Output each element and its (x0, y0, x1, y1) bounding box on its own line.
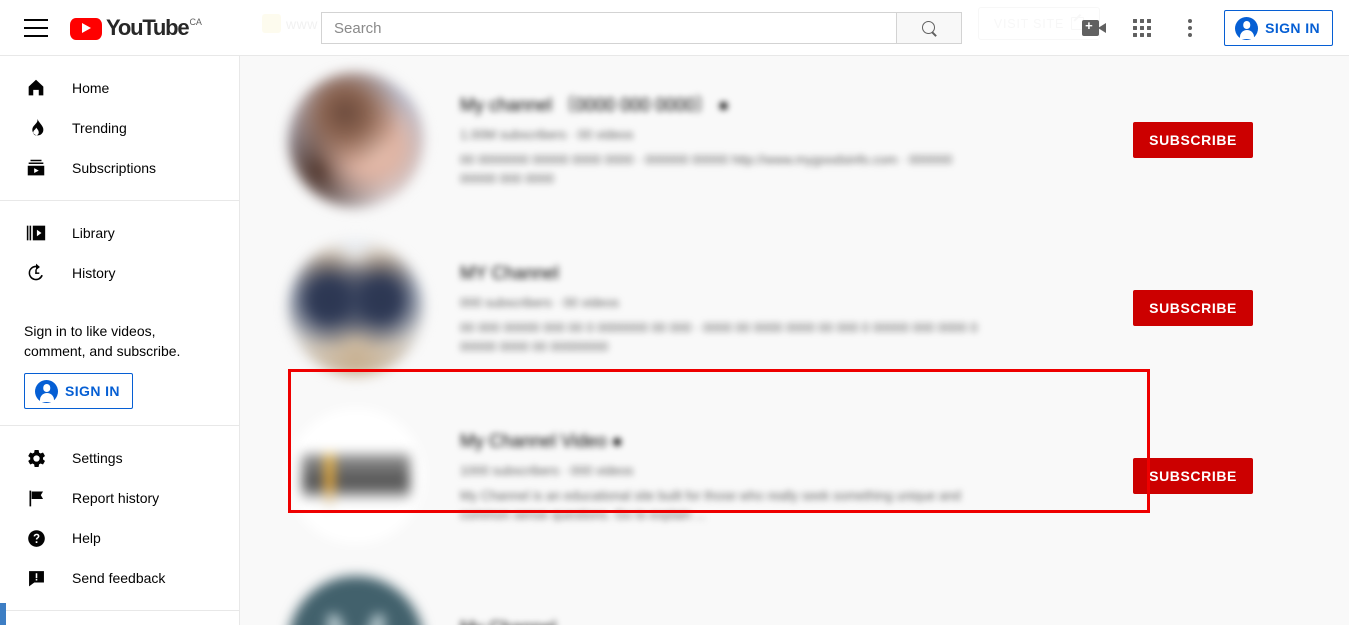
youtube-country-code: CA (189, 16, 202, 27)
left-sidebar: Home Trending Subscriptions Library Hist… (0, 56, 240, 625)
channel-result-row[interactable]: MY Channel 000 subscribers · 00 videos 0… (240, 224, 1349, 392)
channel-info: My channel 〔0000 000 0000〕 ● 1.00M subsc… (460, 92, 980, 188)
youtube-play-icon (70, 17, 102, 40)
channel-avatar-image (288, 408, 424, 544)
flag-icon (24, 486, 48, 510)
sidebar-item-home-label: Home (72, 80, 110, 96)
subscribe-button[interactable]: SUBSCRIBE (1133, 290, 1253, 326)
sidebar-item-subscriptions-label: Subscriptions (72, 160, 157, 176)
library-icon (24, 221, 48, 245)
sidebar-settings-group: Settings Report history Help Send feedba… (0, 425, 239, 610)
apps-button[interactable] (1122, 8, 1162, 48)
channel-info: MY Channel 000 subscribers · 00 videos 0… (460, 260, 980, 356)
sidebar-item-history-label: History (72, 265, 116, 281)
sidebar-item-trending[interactable]: Trending (0, 108, 239, 148)
sidebar-item-report-history[interactable]: Report history (0, 478, 239, 518)
help-icon (24, 526, 48, 550)
subscribe-button[interactable]: SUBSCRIBE (1133, 122, 1253, 158)
account-avatar-icon (1235, 16, 1259, 40)
sidebar-item-send-feedback-label: Send feedback (72, 570, 166, 586)
hamburger-bar (24, 34, 48, 37)
hamburger-menu-icon[interactable] (24, 18, 48, 37)
sidebar-promo-wrap: Sign in to like videos, comment, and sub… (0, 305, 239, 409)
visit-site-label: VISIT SITE (993, 16, 1065, 31)
apps-grid-icon (1133, 19, 1152, 37)
sidebar-promo-text: Sign in to like videos, comment, and sub… (24, 323, 181, 359)
youtube-logo[interactable]: YouTube CA (70, 14, 202, 40)
sidebar-item-history[interactable]: History (0, 253, 239, 293)
sidebar-item-trending-label: Trending (72, 120, 127, 136)
sidebar-item-home[interactable]: Home (0, 68, 239, 108)
sidebar-item-subscriptions[interactable]: Subscriptions (0, 148, 239, 188)
channel-description: 00 000 00000 000 00 0 0000000 00 000 · 0… (460, 320, 978, 354)
sidebar-item-library[interactable]: Library (0, 213, 239, 253)
channel-info: My Channel 1.00 subscribers · 00 videos (460, 615, 980, 625)
watermark-badge-icon (262, 14, 281, 33)
search-icon (921, 20, 937, 36)
watermark-left: www (262, 14, 318, 33)
youtube-page: YouTube CA www VISIT SITE Search + SIGN … (0, 0, 1349, 625)
hamburger-bar (24, 18, 48, 21)
home-icon (24, 76, 48, 100)
channel-avatar[interactable] (288, 72, 424, 208)
channel-description: My Channel is an educational site built … (460, 488, 961, 522)
channel-result-row-highlighted[interactable]: My Channel Video ● 1000 subscribers · 00… (240, 392, 1349, 560)
search-results-panel: My channel 〔0000 000 0000〕 ● 1.00M subsc… (240, 56, 1349, 625)
sidebar-footer-links: About Press Copyright (0, 610, 239, 625)
gear-icon (24, 446, 48, 470)
channel-name[interactable]: My channel 〔0000 000 0000〕 ● (460, 92, 980, 118)
channel-avatar-image (288, 72, 424, 208)
create-video-button[interactable] (1074, 8, 1114, 48)
subscribe-button[interactable]: SUBSCRIBE (1133, 458, 1253, 494)
kebab-menu-icon (1188, 19, 1193, 37)
sidebar-item-send-feedback[interactable]: Send feedback (0, 558, 239, 598)
channel-avatar[interactable]: M (288, 576, 424, 625)
more-options-button[interactable] (1170, 8, 1210, 48)
header-sign-in-label: SIGN IN (1265, 20, 1320, 36)
feedback-icon (24, 566, 48, 590)
sidebar-item-help[interactable]: Help (0, 518, 239, 558)
sidebar-item-settings-label: Settings (72, 450, 123, 466)
channel-result-row[interactable]: M My Channel 1.00 subscribers · 00 video… (240, 560, 1349, 625)
search-bar (321, 12, 962, 44)
channel-avatar-image: M (288, 576, 424, 625)
video-camera-icon (1082, 18, 1107, 36)
channel-result-row[interactable]: My channel 〔0000 000 0000〕 ● 1.00M subsc… (240, 56, 1349, 224)
search-input[interactable] (321, 12, 896, 44)
youtube-logo-text: YouTube (106, 14, 190, 40)
sidebar-primary-group: Home Trending Subscriptions (0, 56, 239, 200)
header-sign-in-button[interactable]: SIGN IN (1224, 10, 1333, 46)
avatar-initial: M (321, 602, 391, 625)
sidebar-accent-strip (0, 603, 6, 625)
sidebar-sign-in-label: SIGN IN (65, 383, 120, 399)
header-actions: SIGN IN (1070, 0, 1333, 56)
channel-meta: 1.00M subscribers · 00 videos (460, 127, 634, 142)
channel-description: 00 0000000 00000 0000 0000 · 000000 0000… (460, 152, 953, 186)
channel-meta: 000 subscribers · 00 videos (460, 295, 619, 310)
sidebar-sign-in-promo: Sign in to like videos, comment, and sub… (0, 305, 239, 425)
subscriptions-icon (24, 156, 48, 180)
channel-meta: 1000 subscribers · 000 videos (460, 463, 634, 478)
channel-name[interactable]: My Channel (460, 615, 980, 625)
channel-avatar-image (288, 240, 424, 376)
sidebar-item-report-history-label: Report history (72, 490, 160, 506)
channel-results-list: My channel 〔0000 000 0000〕 ● 1.00M subsc… (240, 56, 1349, 625)
sidebar-item-help-label: Help (72, 530, 101, 546)
channel-avatar[interactable] (288, 408, 424, 544)
sidebar-library-group: Library History (0, 200, 239, 305)
channel-avatar[interactable] (288, 240, 424, 376)
history-icon (24, 261, 48, 285)
hamburger-bar (24, 26, 48, 29)
sidebar-item-library-label: Library (72, 225, 115, 241)
account-avatar-icon (35, 379, 58, 403)
watermark-left-text: www (286, 15, 318, 32)
search-submit-button[interactable] (896, 12, 962, 44)
channel-name[interactable]: My Channel Video ● (460, 428, 980, 454)
sidebar-sign-in-button[interactable]: SIGN IN (24, 373, 133, 409)
channel-name[interactable]: MY Channel (460, 260, 980, 286)
flame-icon (24, 116, 48, 140)
top-header-bar: YouTube CA www VISIT SITE Search + SIGN … (0, 0, 1349, 56)
channel-info: My Channel Video ● 1000 subscribers · 00… (460, 428, 980, 524)
sidebar-item-settings[interactable]: Settings (0, 438, 239, 478)
